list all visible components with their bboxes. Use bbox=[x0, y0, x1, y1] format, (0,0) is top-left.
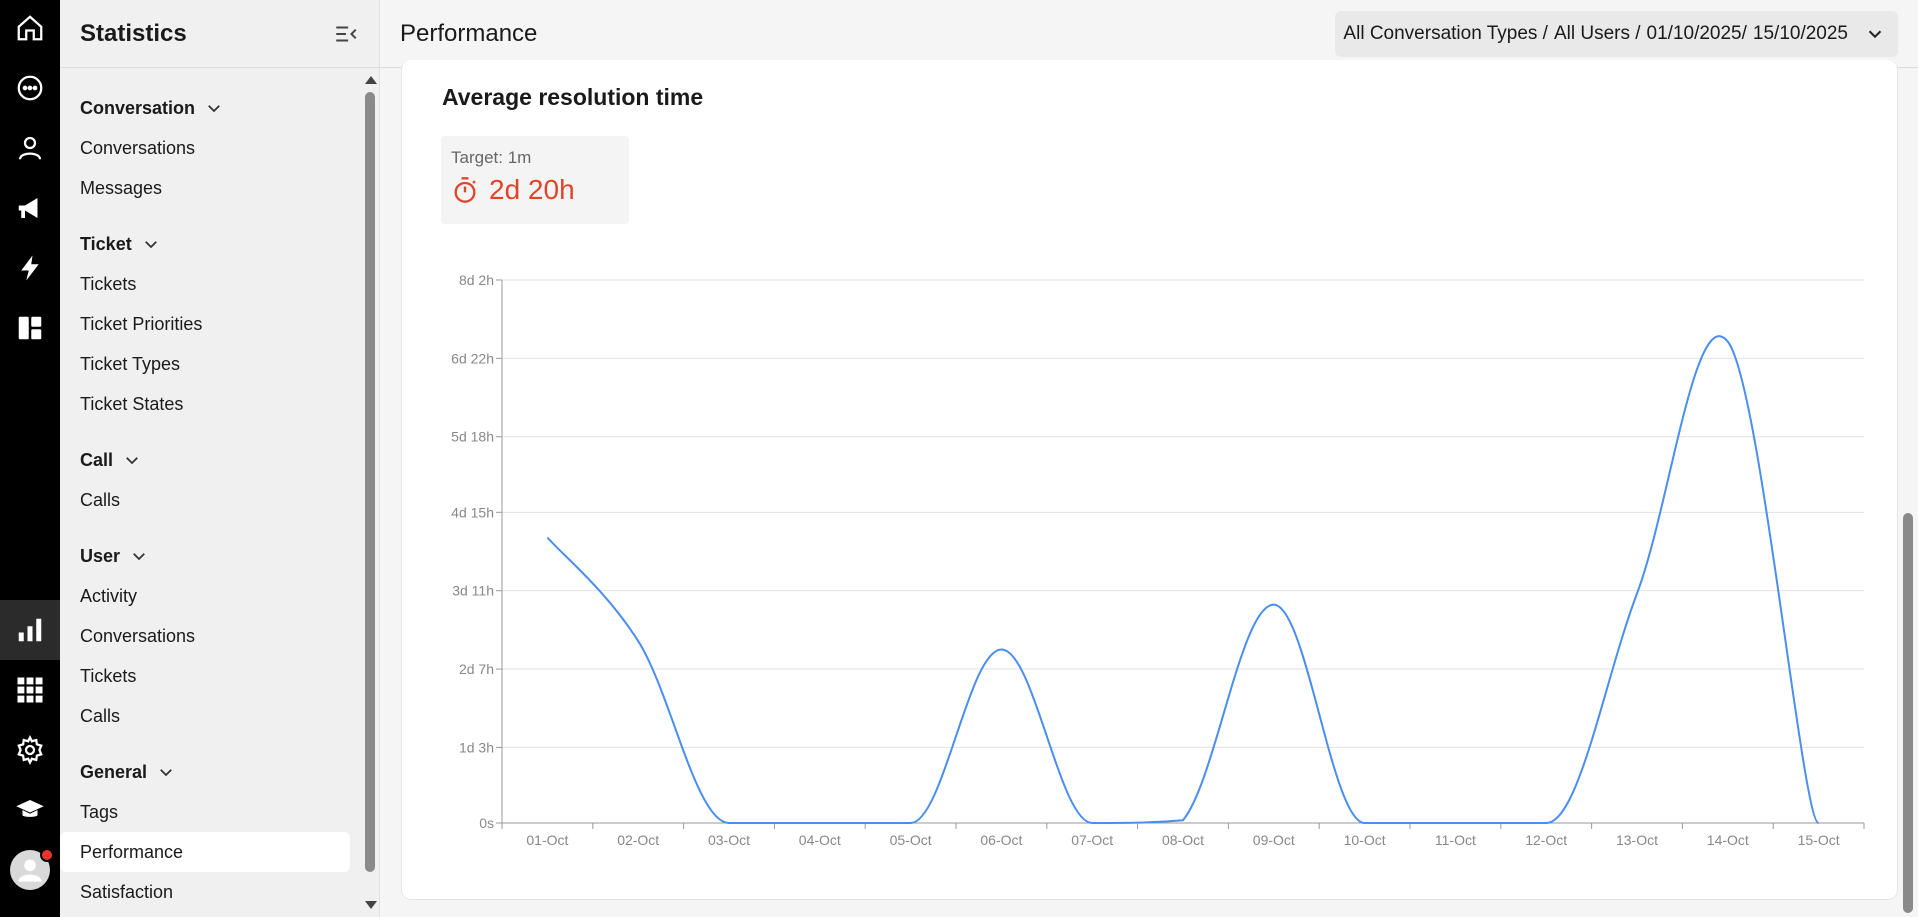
section-general[interactable]: General bbox=[60, 752, 360, 792]
y-tick-label: 5d 18h bbox=[451, 429, 494, 445]
section-call[interactable]: Call bbox=[60, 440, 360, 480]
section-conversation[interactable]: Conversation bbox=[60, 88, 360, 128]
sidebar-item-ticket-priorities[interactable]: Ticket Priorities bbox=[60, 304, 350, 344]
notification-dot bbox=[40, 848, 54, 862]
x-tick-label: 14-Oct bbox=[1707, 832, 1749, 848]
lightning-icon[interactable] bbox=[0, 240, 60, 296]
sidebar-item-calls[interactable]: Calls bbox=[60, 480, 350, 520]
sidebar-item-calls[interactable]: Calls bbox=[60, 696, 350, 736]
section-user[interactable]: User bbox=[60, 536, 360, 576]
y-tick-label: 0s bbox=[479, 815, 494, 831]
x-tick-label: 01-Oct bbox=[526, 832, 568, 848]
megaphone-icon[interactable] bbox=[0, 180, 60, 236]
sidebar-item-ticket-types[interactable]: Ticket Types bbox=[60, 344, 350, 384]
sidebar-item-conversations[interactable]: Conversations bbox=[60, 128, 350, 168]
chevron-down-icon[interactable] bbox=[123, 451, 141, 469]
avatar[interactable] bbox=[10, 848, 54, 890]
sidebar-item-tickets[interactable]: Tickets bbox=[60, 264, 350, 304]
filter-end-date[interactable]: 15/10/2025 bbox=[1753, 23, 1848, 45]
gear-icon[interactable] bbox=[0, 722, 60, 778]
bar-chart-icon[interactable] bbox=[0, 600, 60, 660]
topbar: Performance All Conversation Types / All… bbox=[380, 0, 1918, 68]
y-tick-label: 3d 11h bbox=[452, 583, 494, 599]
sidebar-nav: Conversation Conversations Messages Ticket T… bbox=[60, 68, 360, 917]
chevron-down-icon[interactable] bbox=[130, 547, 148, 565]
scroll-thumb[interactable] bbox=[365, 92, 375, 872]
section-ticket[interactable]: Ticket bbox=[60, 224, 360, 264]
apps-grid-icon[interactable] bbox=[0, 662, 60, 718]
sidebar-scrollbar[interactable] bbox=[360, 68, 379, 917]
x-tick-label: 03-Oct bbox=[708, 832, 750, 848]
line-chart: 0s 1d 3h 2d 7h 3d 11h 4d 15h 5d 18h 6d 22h 8d 2… bbox=[451, 272, 1865, 848]
series-line bbox=[546, 335, 1820, 825]
chevron-down-icon[interactable] bbox=[205, 99, 223, 117]
sidebar-item-performance[interactable]: Performance bbox=[60, 832, 350, 872]
filter-users[interactable]: All Users / bbox=[1554, 23, 1641, 45]
sidebar-item-conversations[interactable]: Conversations bbox=[60, 616, 350, 656]
x-tick-label: 07-Oct bbox=[1071, 832, 1113, 848]
icon-rail bbox=[0, 0, 60, 917]
dashboard-icon[interactable] bbox=[0, 300, 60, 356]
sidebar-item-messages[interactable]: Messages bbox=[60, 168, 350, 208]
sidebar-item-ticket-states[interactable]: Ticket States bbox=[60, 384, 350, 424]
sidebar-item-campaigns[interactable]: Campaigns bbox=[60, 912, 350, 917]
sidebar-item-activity[interactable]: Activity bbox=[60, 576, 350, 616]
y-tick-label: 8d 2h bbox=[459, 272, 494, 288]
section-label: Conversation bbox=[80, 97, 196, 118]
x-tick-label: 05-Oct bbox=[890, 832, 932, 848]
x-tick-label: 11-Oct bbox=[1435, 832, 1476, 848]
sidebar-header: Statistics bbox=[60, 0, 379, 68]
home-icon[interactable] bbox=[0, 0, 60, 56]
x-tick-label: 02-Oct bbox=[617, 832, 659, 848]
user-avatar-icon bbox=[18, 859, 42, 882]
x-tick-label: 13-Oct bbox=[1616, 832, 1658, 848]
chevron-down-icon[interactable] bbox=[1864, 23, 1886, 45]
chart-card: Average resolution time Target: 1m 2d 20… bbox=[401, 60, 1898, 900]
x-tick-label: 08-Oct bbox=[1162, 832, 1204, 848]
y-tick-label: 2d 7h bbox=[459, 661, 494, 677]
y-tick-label: 4d 15h bbox=[451, 504, 494, 520]
chevron-down-icon[interactable] bbox=[142, 235, 160, 253]
page-title: Performance bbox=[400, 19, 538, 47]
filter-selector[interactable]: All Conversation Types / All Users / 01/… bbox=[1335, 10, 1898, 57]
section-label: General bbox=[80, 761, 148, 782]
sidebar-item-tickets[interactable]: Tickets bbox=[60, 656, 350, 696]
main-scroll-thumb[interactable] bbox=[1903, 513, 1913, 913]
sidebar-item-satisfaction[interactable]: Satisfaction bbox=[60, 872, 350, 912]
filter-conversation-types[interactable]: All Conversation Types / bbox=[1343, 23, 1548, 45]
sidebar-title: Statistics bbox=[80, 19, 187, 47]
x-tick-label: 04-Oct bbox=[799, 832, 841, 848]
filter-start-date[interactable]: 01/10/2025/ bbox=[1647, 23, 1747, 45]
scroll-up-arrow-icon[interactable] bbox=[365, 76, 377, 84]
sidebar-item-tags[interactable]: Tags bbox=[60, 792, 350, 832]
user-icon[interactable] bbox=[0, 120, 60, 176]
x-tick-label: 12-Oct bbox=[1525, 832, 1567, 848]
graduation-cap-icon[interactable] bbox=[0, 782, 60, 838]
collapse-sidebar-icon[interactable] bbox=[333, 21, 359, 47]
y-tick-label: 6d 22h bbox=[451, 350, 494, 366]
scroll-down-arrow-icon[interactable] bbox=[365, 901, 377, 909]
x-tick-label: 06-Oct bbox=[980, 832, 1022, 848]
chat-icon[interactable] bbox=[0, 60, 60, 116]
x-tick-label: 15-Oct bbox=[1798, 832, 1840, 848]
main-scrollbar[interactable] bbox=[1898, 68, 1918, 917]
y-tick-label: 1d 3h bbox=[459, 739, 494, 755]
section-label: User bbox=[80, 545, 121, 566]
x-tick-label: 10-Oct bbox=[1344, 832, 1386, 848]
sidebar: Statistics Conversation Conversations Mess… bbox=[60, 0, 380, 917]
x-tick-label: 09-Oct bbox=[1253, 832, 1295, 848]
chevron-down-icon[interactable] bbox=[157, 763, 175, 781]
section-label: Ticket bbox=[80, 233, 132, 254]
section-label: Call bbox=[80, 449, 114, 470]
